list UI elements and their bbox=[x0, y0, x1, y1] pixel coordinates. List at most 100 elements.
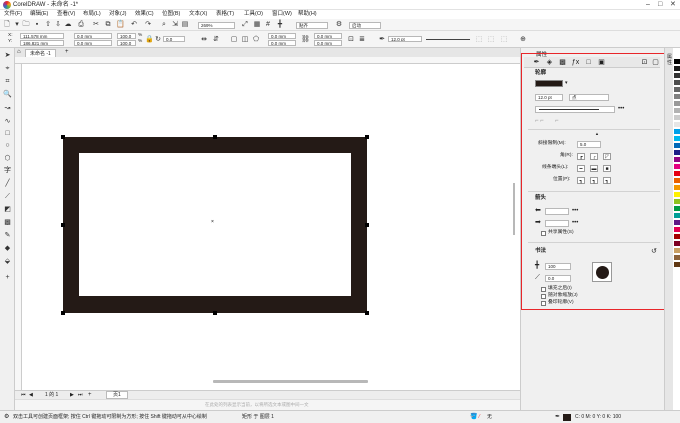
full-screen-icon[interactable]: ⤢ bbox=[241, 21, 249, 29]
overprint-outline-checkbox[interactable] bbox=[541, 301, 546, 306]
new-tab-icon[interactable]: + bbox=[65, 49, 69, 56]
x-position-field[interactable]: 111.578 mm bbox=[20, 33, 64, 39]
transparency-tab-icon[interactable]: ▩ bbox=[558, 58, 567, 67]
palette-swatch[interactable] bbox=[674, 73, 680, 79]
outline-color-dropdown-icon[interactable]: ▾ bbox=[565, 80, 568, 87]
prev-page-icon[interactable]: ◀ bbox=[29, 392, 33, 399]
cut-icon[interactable]: ✂ bbox=[92, 21, 100, 29]
line-style-more-icon[interactable]: ••• bbox=[618, 106, 624, 112]
outline-color-swatch[interactable] bbox=[535, 80, 563, 87]
palette-swatch[interactable] bbox=[674, 87, 680, 93]
round-corner-icon[interactable]: ▢ bbox=[230, 36, 238, 44]
first-page-icon[interactable]: ⏮ bbox=[21, 392, 26, 399]
rectangle-tool-icon[interactable]: □ bbox=[3, 129, 12, 138]
share-attributes-checkbox[interactable] bbox=[541, 231, 546, 236]
import-icon[interactable]: ⇲ bbox=[171, 21, 179, 29]
palette-swatch[interactable] bbox=[674, 115, 680, 121]
rulers-icon[interactable]: ▦ bbox=[253, 21, 261, 29]
palette-swatch[interactable] bbox=[674, 129, 680, 135]
last-page-icon[interactable]: ⏭ bbox=[78, 392, 83, 399]
palette-swatch[interactable] bbox=[674, 59, 680, 65]
scale-with-object-checkbox[interactable] bbox=[541, 294, 546, 299]
effects-tab-icon[interactable]: ƒx bbox=[571, 58, 580, 67]
palette-swatch[interactable] bbox=[674, 66, 680, 72]
round-corner-button[interactable]: ╭ bbox=[590, 153, 598, 160]
start-arrow-select[interactable] bbox=[545, 208, 569, 215]
menu-table[interactable]: 表格(T) bbox=[216, 11, 234, 18]
palette-swatch[interactable] bbox=[674, 262, 680, 268]
menu-tools[interactable]: 工具(O) bbox=[244, 11, 263, 18]
width-field[interactable]: 0.0 mm bbox=[74, 33, 112, 39]
download-icon[interactable]: ⇩ bbox=[54, 21, 62, 29]
outline-width-select[interactable]: 12.0 pt bbox=[388, 36, 422, 42]
selection-handle-mr[interactable] bbox=[365, 223, 369, 227]
palette-swatch[interactable] bbox=[674, 94, 680, 100]
polygon-tool-icon[interactable]: ⬡ bbox=[3, 154, 12, 163]
square-cap-button[interactable]: ■ bbox=[603, 165, 611, 172]
scallop-corner-icon[interactable]: ◫ bbox=[241, 36, 249, 44]
properties-docker-tab[interactable]: 属性 bbox=[666, 54, 673, 66]
palette-swatch[interactable] bbox=[674, 213, 680, 219]
eyedropper-tool-icon[interactable]: ✎ bbox=[3, 231, 12, 240]
corners-tab-icon[interactable]: □ bbox=[584, 58, 593, 67]
selection-handle-br[interactable] bbox=[365, 311, 369, 315]
convert-curves-icon[interactable]: ⬚ bbox=[500, 36, 508, 44]
connector-tool-icon[interactable]: ⟋ bbox=[3, 192, 12, 201]
end-arrow-more-icon[interactable]: ••• bbox=[572, 220, 578, 226]
dashed-line-right-icon[interactable]: ⌐ bbox=[555, 117, 559, 125]
drop-shadow-icon[interactable]: ◩ bbox=[3, 205, 12, 214]
menu-view[interactable]: 查看(V) bbox=[57, 11, 75, 18]
print-icon[interactable]: ⎙ bbox=[77, 21, 85, 29]
summary-tab-icon[interactable]: ▣ bbox=[597, 58, 606, 67]
selection-handle-tl[interactable] bbox=[61, 135, 65, 139]
palette-swatch[interactable] bbox=[674, 171, 680, 177]
rotation-angle-field[interactable]: 0.0 bbox=[163, 36, 185, 42]
launch-select[interactable]: 启动 bbox=[349, 22, 381, 29]
panel-menu-icon[interactable]: ▢ bbox=[651, 58, 660, 67]
center-position-button[interactable]: ┓ bbox=[590, 177, 598, 184]
chamfer-corner-icon[interactable]: ⬠ bbox=[252, 36, 260, 44]
corner-radius-tr-field[interactable]: 0.0 mm bbox=[314, 33, 342, 39]
corner-radius-bl-field[interactable]: 0.0 mm bbox=[268, 40, 296, 46]
crop-tool-icon[interactable]: ⌗ bbox=[3, 77, 12, 86]
artistic-media-icon[interactable]: ∿ bbox=[3, 117, 12, 126]
vertical-scrollbar[interactable] bbox=[513, 183, 515, 235]
outline-tab-icon[interactable]: ✒ bbox=[532, 58, 541, 67]
dock-icon[interactable]: ⊡ bbox=[640, 58, 649, 67]
palette-swatch[interactable] bbox=[674, 101, 680, 107]
menu-help[interactable]: 帮助(H) bbox=[298, 11, 317, 18]
to-front-icon[interactable]: ⬚ bbox=[475, 36, 483, 44]
page-tab[interactable]: 页1 bbox=[106, 391, 128, 399]
search-content-icon[interactable]: ⌕ bbox=[160, 21, 168, 29]
quick-customize-icon[interactable]: ⊕ bbox=[519, 36, 527, 44]
start-arrow-more-icon[interactable]: ••• bbox=[572, 208, 578, 214]
save-icon[interactable]: ▪ bbox=[33, 21, 41, 29]
drawing-canvas[interactable]: × bbox=[22, 64, 520, 390]
minimize-icon[interactable]: – bbox=[646, 1, 650, 9]
menu-effects[interactable]: 效果(C) bbox=[135, 11, 154, 18]
menu-bitmaps[interactable]: 位图(B) bbox=[162, 11, 180, 18]
palette-swatch[interactable] bbox=[674, 178, 680, 184]
palette-swatch[interactable] bbox=[674, 108, 680, 114]
redo-icon[interactable]: ↷ bbox=[144, 21, 152, 29]
scale-x-field[interactable]: 100.0 bbox=[117, 33, 136, 39]
nib-stretch-field[interactable]: 100 bbox=[545, 263, 571, 270]
selection-handle-ml[interactable] bbox=[61, 223, 65, 227]
next-page-icon[interactable]: ▶ bbox=[70, 392, 74, 399]
guides-icon[interactable]: ╋ bbox=[276, 21, 284, 29]
open-icon[interactable]: 🗀 bbox=[22, 21, 30, 29]
selection-handle-bc[interactable] bbox=[213, 311, 217, 315]
rotate-icon[interactable]: ↻ bbox=[154, 36, 162, 44]
selection-handle-tc[interactable] bbox=[213, 135, 217, 139]
outside-position-button[interactable]: ┓ bbox=[577, 177, 585, 184]
palette-swatch[interactable] bbox=[674, 150, 680, 156]
new-document-icon[interactable]: 🗋 bbox=[3, 21, 11, 29]
palette-swatch[interactable] bbox=[674, 248, 680, 254]
palette-swatch[interactable] bbox=[674, 136, 680, 142]
fill-behind-checkbox[interactable] bbox=[541, 287, 546, 292]
home-icon[interactable]: ⌂ bbox=[17, 49, 21, 56]
maximize-icon[interactable]: □ bbox=[658, 1, 662, 9]
end-arrow-select[interactable] bbox=[545, 220, 569, 227]
relative-scale-icon[interactable]: ⊡ bbox=[347, 36, 355, 44]
collapse-arrow-icon[interactable]: ▲ bbox=[595, 131, 599, 136]
